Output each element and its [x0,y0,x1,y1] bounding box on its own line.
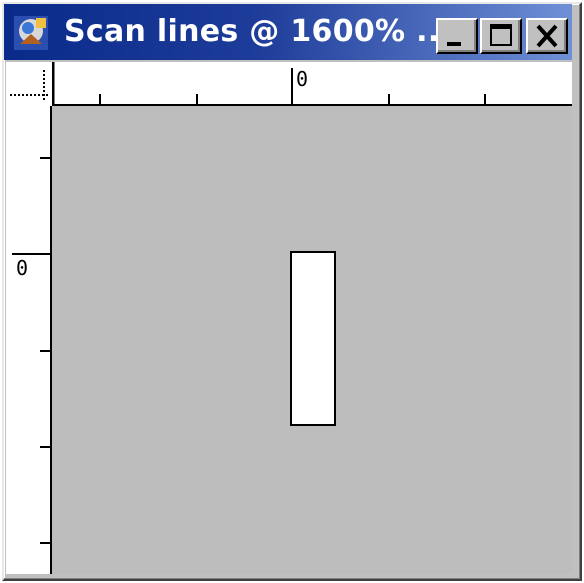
image-canvas[interactable] [52,106,572,574]
horizontal-ruler-ticks [51,62,572,106]
close-button[interactable] [526,18,568,54]
horizontal-ruler-origin-label: 0 [296,67,309,91]
horizontal-ruler[interactable]: 0 [51,62,572,106]
vertical-ruler-origin-label: 0 [16,256,29,280]
photoshop-app-icon[interactable] [12,14,50,52]
vertical-ruler[interactable]: 0 [6,106,52,574]
white-pixel-block [290,251,336,426]
minimize-icon [447,42,461,46]
close-icon [536,24,558,48]
vertical-ruler-ticks [12,106,52,574]
maximize-button[interactable] [480,18,522,54]
maximize-icon [490,24,512,46]
ruler-origin-corner[interactable] [6,62,52,106]
minimize-button[interactable] [436,18,478,54]
window-title: Scan lines @ 1600% ... [64,14,452,49]
title-bar[interactable]: Scan lines @ 1600% ... [4,4,572,60]
